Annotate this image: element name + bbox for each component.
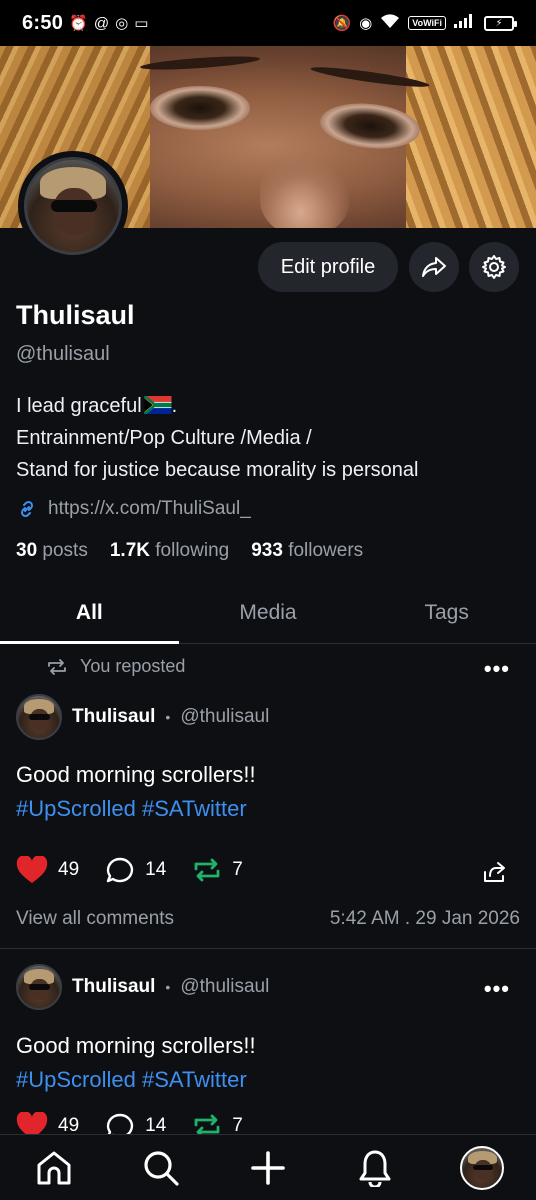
tab-tags[interactable]: Tags [357, 582, 536, 643]
repost-button[interactable]: 7 [192, 856, 243, 884]
nav-search[interactable] [131, 1138, 191, 1198]
mute-icon: 🔕 [332, 15, 352, 32]
profile-link-text[interactable]: https://x.com/ThuliSaul_ [48, 498, 251, 520]
post-author[interactable]: Thulisaul [72, 976, 155, 998]
post-handle[interactable]: @thulisaul [180, 706, 269, 728]
bell-icon [359, 1150, 391, 1187]
alarm-icon: ⏰ [69, 15, 88, 32]
share-arrow-icon [422, 257, 446, 277]
followers-stat[interactable]: 933 followers [251, 540, 363, 562]
post-header[interactable]: Thulisaul • @thulisaul [16, 964, 269, 1010]
profile-handle: @thulisaul [16, 343, 110, 365]
profile-link[interactable]: https://x.com/ThuliSaul_ [16, 498, 251, 520]
share-profile-button[interactable] [409, 242, 459, 292]
comment-icon [106, 857, 134, 883]
hotspot-icon: ◉ [359, 15, 373, 32]
post-hashtags[interactable]: #UpScrolled #SATwitter [16, 1063, 256, 1097]
nav-notifications[interactable] [345, 1138, 405, 1198]
comment-count: 14 [145, 859, 167, 880]
post-handle[interactable]: @thulisaul [180, 976, 269, 998]
following-stat[interactable]: 1.7K following [110, 540, 229, 562]
wifi-icon [380, 13, 400, 33]
post-author[interactable]: Thulisaul [72, 706, 155, 728]
tab-all[interactable]: All [0, 582, 179, 644]
post-body: Good morning scrollers!! #UpScrolled #SA… [16, 1029, 256, 1097]
share-out-icon [484, 862, 505, 882]
signal-icon [454, 14, 476, 32]
edit-profile-button[interactable]: Edit profile [258, 242, 398, 292]
profile-bio: I lead graceful. Entrainment/Pop Culture… [16, 390, 418, 486]
like-button[interactable]: 49 [16, 856, 79, 884]
profile-avatar[interactable] [18, 151, 128, 261]
search-icon [144, 1150, 179, 1186]
post-actions: 49 14 7 [16, 856, 269, 884]
battery-icon: ⚡ [484, 15, 517, 31]
post-header[interactable]: Thulisaul • @thulisaul [16, 694, 269, 740]
heart-icon [16, 856, 48, 883]
view-all-comments-link[interactable]: View all comments [16, 908, 174, 930]
status-bar: 6:50 ⏰ @ ◎ ▭ 🔕 ◉ VoWiFi ⚡ [0, 0, 536, 46]
post-text: Good morning scrollers!! [16, 1033, 256, 1058]
repost-count: 7 [232, 859, 243, 880]
divider [0, 948, 536, 949]
post-text: Good morning scrollers!! [16, 762, 256, 787]
profile-stats: 30 posts 1.7K following 933 followers [16, 540, 363, 562]
home-icon [37, 1151, 71, 1184]
comment-button[interactable]: 14 [105, 856, 166, 884]
gear-icon [482, 255, 506, 279]
post-share-button[interactable] [482, 860, 508, 889]
post-more-button[interactable]: ••• [484, 976, 510, 1002]
repost-icon [194, 858, 220, 882]
nav-profile[interactable] [452, 1138, 512, 1198]
repost-label: You reposted [80, 656, 186, 676]
avatar[interactable] [16, 964, 62, 1010]
nav-create[interactable] [238, 1138, 298, 1198]
post-timestamp: 5:42 AM . 29 Jan 2026 [329, 908, 520, 929]
bio-line-2: Entrainment/Pop Culture /Media / [16, 427, 312, 449]
vowifi-badge: VoWiFi [408, 16, 446, 30]
settings-button[interactable] [469, 242, 519, 292]
post-hashtags[interactable]: #UpScrolled #SATwitter [16, 792, 256, 826]
post-more-button[interactable]: ••• [484, 656, 510, 682]
tab-media[interactable]: Media [179, 582, 358, 643]
avatar[interactable] [460, 1145, 505, 1190]
like-count: 49 [58, 859, 80, 880]
threads-icon: @ [93, 14, 110, 32]
south-africa-flag-icon [143, 396, 172, 414]
status-time: 6:50 [22, 11, 64, 34]
repost-indicator: You reposted [46, 656, 185, 677]
instagram-icon: ◎ [115, 15, 129, 32]
nav-home[interactable] [24, 1138, 84, 1198]
repost-small-icon [48, 658, 66, 675]
profile-tabs: All Media Tags [0, 582, 536, 644]
tv-icon: ▭ [134, 15, 149, 32]
avatar[interactable] [16, 694, 62, 740]
bio-line-3: Stand for justice because morality is pe… [16, 459, 419, 481]
plus-icon [251, 1150, 285, 1185]
posts-stat[interactable]: 30 posts [16, 540, 88, 562]
profile-name: Thulisaul [16, 300, 135, 330]
bottom-navigation [0, 1134, 536, 1200]
post-body: Good morning scrollers!! #UpScrolled #SA… [16, 758, 256, 826]
bio-line-1: I lead graceful [16, 395, 142, 417]
link-icon [20, 500, 34, 518]
